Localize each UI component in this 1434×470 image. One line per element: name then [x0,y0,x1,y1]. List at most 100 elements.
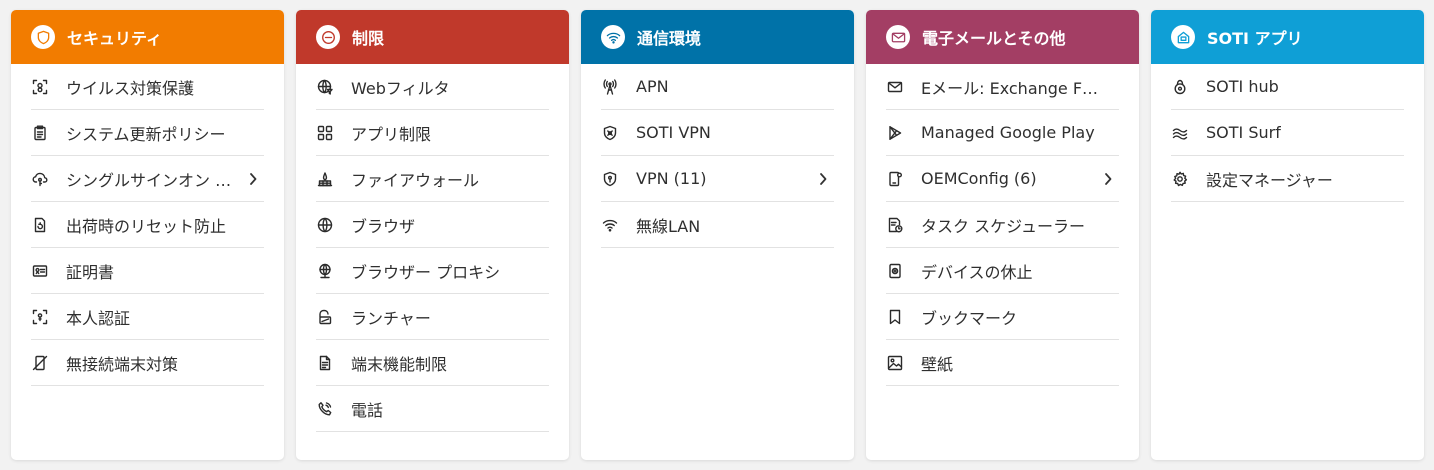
minus-circle-icon [316,25,340,49]
policy-item[interactable]: 端末機能制限 [316,340,549,386]
policy-item[interactable]: タスク スケジューラー [886,202,1119,248]
mail-icon [887,79,903,95]
category-card-header: 電子メールとその他 [866,10,1139,64]
policy-item[interactable]: Eメール: Exchange F… [886,64,1119,110]
policy-item[interactable]: SOTI VPN [601,110,834,156]
category-card: 通信環境 APN SOTI VPN VPN (11) 無線LAN [581,10,854,460]
policy-item-label: 無線LAN [636,216,701,236]
image-icon [887,355,903,371]
mail-icon [886,25,910,49]
policy-item-label: ブラウザ [351,216,416,236]
settings-gear-icon [1172,171,1188,187]
reset-icon [32,217,48,233]
policy-item-label: 電話 [351,400,384,420]
category-title: SOTI アプリ [1207,29,1303,48]
device-disconnected-icon [32,355,48,371]
chevron-right-icon[interactable] [248,171,258,185]
category-card-header: 通信環境 [581,10,854,64]
category-card: 電子メールとその他 Eメール: Exchange F… Managed Google… [866,10,1139,460]
policy-item-label: ファイアウォール [351,170,480,190]
device-config-icon [887,171,903,187]
policy-item[interactable]: VPN (11) [601,156,834,202]
policy-item-label: 無接続端末対策 [66,354,179,374]
policy-item[interactable]: 本人認証 [31,294,264,340]
policy-item-label: システム更新ポリシー [66,124,226,144]
globe-filter-icon [317,79,333,95]
globe-icon [317,217,333,233]
category-item-list: SOTI hub SOTI Surf 設定マネージャー [1151,64,1424,202]
wifi-icon [601,25,625,49]
chevron-right-icon[interactable] [1103,171,1113,185]
category-card-header: セキュリティ [11,10,284,64]
category-item-list: APN SOTI VPN VPN (11) 無線LAN [581,64,854,248]
policy-category-panels: セキュリティウイルス対策保護システム更新ポリシーシングルサインオン … 出荷時のリ… [11,10,1424,460]
policy-item-label: Managed Google Play [921,123,1095,142]
category-card-header: 制限 [296,10,569,64]
soti-app-icon [1171,25,1195,49]
policy-item-label: ブックマーク [921,308,1018,328]
policy-item[interactable]: アプリ制限 [316,110,549,156]
clipboard-icon [32,125,48,141]
wifi-icon [602,217,618,233]
policy-item[interactable]: APN [601,64,834,110]
policy-item[interactable]: ブラウザ [316,202,549,248]
policy-item[interactable]: 証明書 [31,248,264,294]
soti-surf-icon [1172,125,1188,141]
policy-item[interactable]: 設定マネージャー [1171,156,1404,202]
policy-item-label: アプリ制限 [351,124,432,144]
policy-item[interactable]: ブラウザー プロキシ [316,248,549,294]
globe-proxy-icon [317,263,333,279]
policy-item-label: 壁紙 [921,354,954,374]
policy-item[interactable]: 出荷時のリセット防止 [31,202,264,248]
policy-item[interactable]: Webフィルタ [316,64,549,110]
category-item-list: Webフィルタアプリ制限ファイアウォール ブラウザブラウザー プロキシランチャー端… [296,64,569,432]
policy-item[interactable]: ファイアウォール [316,156,549,202]
policy-item-label: ブラウザー プロキシ [351,262,501,282]
identity-scan-icon [32,309,48,325]
scan-face-icon [32,79,48,95]
policy-item[interactable]: デバイスの休止 [886,248,1119,294]
policy-item[interactable]: 無線LAN [601,202,834,248]
firewall-icon [317,171,333,187]
category-card: SOTI アプリ SOTI hub SOTI Surf 設定マネージャー [1151,10,1424,460]
policy-item[interactable]: ウイルス対策保護 [31,64,264,110]
policy-item-label: ウイルス対策保護 [66,78,195,98]
policy-item[interactable]: シングルサインオン … [31,156,264,202]
policy-item[interactable]: 電話 [316,386,549,432]
policy-item[interactable]: 無接続端末対策 [31,340,264,386]
soti-hub-icon [1172,79,1188,95]
vpn-shield-icon [602,171,618,187]
policy-item-label: 証明書 [66,262,115,282]
shield-icon [31,25,55,49]
policy-item[interactable]: SOTI Surf [1171,110,1404,156]
policy-item[interactable]: SOTI hub [1171,64,1404,110]
policy-item[interactable]: Managed Google Play [886,110,1119,156]
policy-item-label: VPN (11) [636,169,707,188]
launcher-icon [317,309,333,325]
policy-item[interactable]: システム更新ポリシー [31,110,264,156]
policy-item[interactable]: ランチャー [316,294,549,340]
policy-item[interactable]: ブックマーク [886,294,1119,340]
task-schedule-icon [887,217,903,233]
policy-item-label: SOTI hub [1206,77,1279,96]
category-title: セキュリティ [67,29,163,48]
policy-item-label: デバイスの休止 [921,262,1033,282]
category-title: 通信環境 [637,29,702,48]
category-card: セキュリティウイルス対策保護システム更新ポリシーシングルサインオン … 出荷時のリ… [11,10,284,460]
apps-grid-icon [317,125,333,141]
policy-item-label: OEMConfig (6) [921,169,1037,188]
play-icon [887,125,903,141]
bookmark-icon [887,309,903,325]
policy-item-label: APN [636,77,669,96]
policy-item[interactable]: 壁紙 [886,340,1119,386]
category-title: 制限 [352,29,385,48]
chevron-right-icon[interactable] [818,171,828,185]
device-pause-icon [887,263,903,279]
category-card: 制限 Webフィルタアプリ制限ファイアウォール ブラウザブラウザー プロキシランチャ… [296,10,569,460]
soti-vpn-shield-icon [602,125,618,141]
policy-item[interactable]: OEMConfig (6) [886,156,1119,202]
policy-item-label: タスク スケジューラー [921,216,1085,236]
category-title: 電子メールとその他 [922,29,1066,48]
policy-item-label: SOTI VPN [636,123,711,142]
antenna-icon [602,78,618,95]
